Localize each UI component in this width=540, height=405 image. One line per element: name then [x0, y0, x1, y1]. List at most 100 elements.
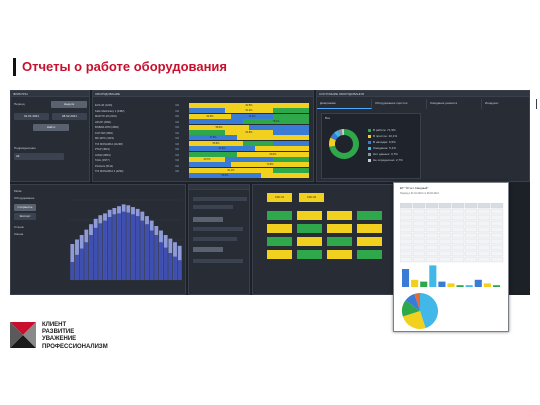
table-cell — [425, 256, 439, 263]
equipment-list-item[interactable]: PTAP (4819) 6/2 — [95, 147, 181, 152]
mode-button[interactable]: Неделя — [51, 101, 87, 108]
date-to-field[interactable]: 28.02.2021 — [52, 113, 87, 120]
table-cell — [438, 220, 452, 227]
timeline-row[interactable]: 81.1% — [189, 167, 309, 173]
equipment-tile[interactable] — [297, 250, 322, 259]
timeline-segment — [189, 119, 243, 125]
control-line[interactable] — [193, 227, 243, 231]
control-line[interactable] — [193, 259, 243, 263]
timeline-segment — [273, 140, 309, 146]
timeline-row[interactable]: 82.5% — [189, 103, 309, 108]
tab-idle[interactable]: Оборудование простоя — [372, 99, 427, 109]
equipment-list-item[interactable]: Kalin Mashinlary 1 (4482) 6/2 — [95, 109, 181, 114]
table-cell — [400, 256, 413, 263]
table-cell — [451, 256, 465, 263]
timeline-segment: 73.5% — [231, 162, 309, 168]
equipment-list-item[interactable]: TOI MONARKA (41298) 6/2 — [95, 142, 181, 147]
timeline-segment: 71.4% — [231, 113, 273, 119]
save-button[interactable]: Сохранить — [14, 204, 36, 211]
table-cell — [425, 214, 439, 221]
timeline-row[interactable]: 58.3% — [189, 124, 309, 130]
timeline-row[interactable]: 64.8% — [189, 130, 309, 135]
equipment-list-item[interactable]: MK-WPC (4021) 6/2 — [95, 136, 181, 141]
equipment-list-item[interactable]: ECS-36 (1234) 6/2 — [95, 103, 181, 108]
equipment-tile[interactable] — [357, 224, 382, 233]
group-select[interactable]: All — [14, 153, 64, 160]
timeline-segment — [237, 135, 309, 141]
timeline-row[interactable]: 73.5% — [189, 162, 309, 168]
control-button[interactable] — [193, 247, 223, 252]
table-cell — [451, 244, 465, 251]
equipment-name: MK-WPC (4021) — [95, 137, 115, 140]
table-cell — [464, 203, 478, 209]
bar-segment — [140, 220, 145, 280]
equipment-count: 6/2 — [175, 153, 179, 157]
bar-chart-panel: Mode Оборудование Сохранить Экспорт Стан… — [10, 184, 186, 295]
equipment-tile[interactable] — [267, 237, 292, 246]
timeline-row[interactable]: 69.2% — [189, 151, 309, 157]
equipment-tile[interactable] — [297, 211, 322, 220]
equipment-tile[interactable]: CNC 01 — [267, 193, 292, 202]
timeline-row[interactable]: 78.1% — [189, 119, 309, 125]
bar-segment — [79, 248, 84, 280]
equipment-list-item[interactable]: LMGR (9819) 6/2 — [95, 153, 181, 158]
timeline-segment: 82.5% — [189, 103, 309, 108]
equipment-count: 6/2 — [175, 131, 179, 135]
timeline-row[interactable]: 51.2% — [189, 108, 309, 114]
control-button[interactable] — [193, 217, 223, 222]
timeline-row[interactable]: 62.0% 71.4% — [189, 113, 309, 119]
table-cell — [425, 208, 439, 215]
table-cell — [425, 244, 439, 251]
equipment-list-item[interactable]: TOI MONARKA 2 (4290) 6/2 — [95, 169, 181, 174]
legend-swatch — [368, 128, 371, 132]
equipment-tile[interactable] — [297, 237, 322, 246]
equipment-list-item[interactable]: KCP-5M (3981) 6/2 — [95, 131, 181, 136]
legend-swatch — [368, 158, 371, 162]
equipment-list-item[interactable]: Poinkers (5112) 6/2 — [95, 164, 181, 169]
tab-incident[interactable]: Инцидент — [482, 99, 537, 109]
equipment-tile[interactable] — [267, 211, 292, 220]
table-cell — [400, 250, 413, 257]
equipment-tile[interactable] — [327, 237, 352, 246]
equipment-tile[interactable]: CNC 02 — [299, 193, 324, 202]
tab-waiting[interactable]: Ожидание ремонта — [427, 99, 482, 109]
control-line[interactable] — [193, 205, 233, 209]
equipment-tile[interactable] — [327, 224, 352, 233]
timeline-row[interactable]: 61.0% — [189, 146, 309, 152]
equipment-tile[interactable] — [327, 250, 352, 259]
equipment-list-item[interactable]: MAKITO-18 (2291) 6/2 — [95, 114, 181, 119]
table-cell — [425, 226, 439, 233]
equipment-tile[interactable] — [267, 224, 292, 233]
table-cell — [490, 226, 504, 233]
control-line[interactable] — [193, 197, 247, 201]
date-from-field[interactable]: 01.01.2021 — [14, 113, 49, 120]
control-line[interactable] — [193, 237, 237, 241]
timeline-row[interactable]: 55.6% — [189, 140, 309, 146]
apply-button[interactable]: Найти — [33, 124, 69, 131]
equipment-tile[interactable] — [267, 250, 292, 259]
equipment-tile[interactable] — [357, 237, 382, 246]
bar-segment — [84, 242, 89, 280]
tab-diagram[interactable]: Диаграмма — [317, 99, 372, 109]
export-button[interactable]: Экспорт — [14, 213, 36, 220]
table-cell — [451, 208, 465, 215]
table-cell — [464, 220, 478, 227]
equipment-tile[interactable] — [357, 250, 382, 259]
timeline-segment: 61.0% — [189, 146, 255, 152]
equipment-tile[interactable] — [327, 211, 352, 220]
timeline-segment: 51.2% — [225, 108, 273, 114]
equipment-tile[interactable] — [357, 211, 382, 220]
timeline-row[interactable]: 47.9% — [189, 135, 309, 141]
timeline-row[interactable]: 66.3% — [189, 173, 309, 179]
equipment-list-item[interactable]: TAHL (3977) 6/2 — [95, 158, 181, 163]
status-donut-chart — [329, 129, 359, 159]
equipment-name: TOI MONARKA (41298) — [95, 142, 123, 146]
equipment-list-item[interactable]: HR-KP (2991) 6/2 — [95, 120, 181, 125]
equipment-name: LMGR (9819) — [95, 153, 111, 157]
equipment-list-item[interactable]: BOBAR-KPM (4890) 6/2 — [95, 125, 181, 130]
timeline-row[interactable]: 40.7% — [189, 157, 309, 162]
legend-swatch — [368, 140, 371, 144]
bar-segment — [173, 256, 177, 280]
equipment-tile[interactable] — [297, 224, 322, 233]
table-cell — [464, 244, 478, 251]
